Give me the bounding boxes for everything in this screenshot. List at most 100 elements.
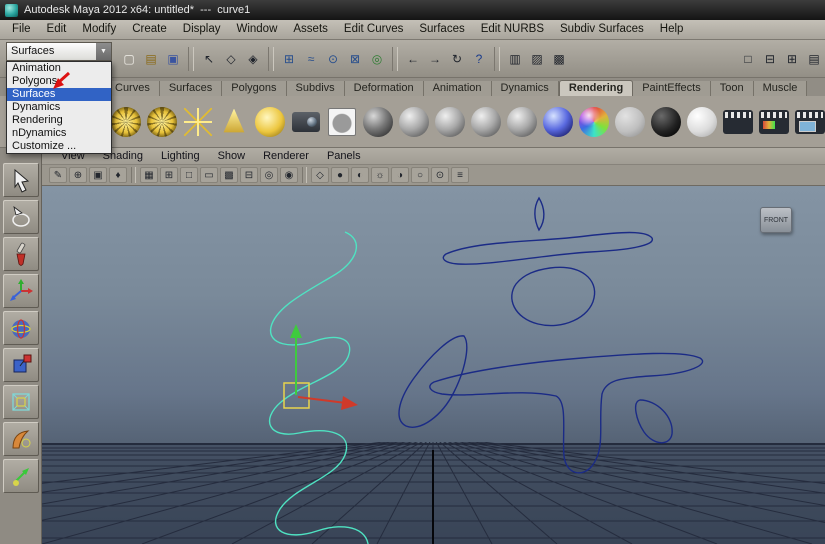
output-connections-button[interactable]: → bbox=[425, 49, 445, 69]
field-chart-button[interactable]: ⊟ bbox=[240, 167, 258, 183]
ipr-render-button[interactable]: ▨ bbox=[527, 49, 547, 69]
nurbs-curve-character[interactable] bbox=[399, 198, 703, 473]
select-by-component-button[interactable]: ◈ bbox=[243, 49, 263, 69]
move-manipulator[interactable] bbox=[284, 324, 358, 410]
shelf-tab-muscle[interactable]: Muscle bbox=[754, 81, 808, 96]
manipulator-x-arrowhead[interactable] bbox=[341, 396, 358, 410]
menu-edit-nurbs[interactable]: Edit NURBS bbox=[473, 20, 552, 39]
shelf-item-phong[interactable] bbox=[468, 102, 504, 142]
shadows-button[interactable]: ◑ bbox=[391, 167, 409, 183]
menu-create[interactable]: Create bbox=[124, 20, 175, 39]
universal-manipulator-button[interactable] bbox=[3, 385, 39, 419]
scale-tool-button[interactable] bbox=[3, 348, 39, 382]
menu-subdiv-surfaces[interactable]: Subdiv Surfaces bbox=[552, 20, 652, 39]
shelf-item-phong-e[interactable] bbox=[504, 102, 540, 142]
snap-to-curve-button[interactable]: ≈ bbox=[301, 49, 321, 69]
shelf-tab-surfaces[interactable]: Surfaces bbox=[160, 81, 222, 96]
use-all-lights-button[interactable]: ☼ bbox=[371, 167, 389, 183]
snap-to-plane-button[interactable]: ⊠ bbox=[345, 49, 365, 69]
layout-persp-outliner-button[interactable]: ▤ bbox=[804, 49, 824, 69]
make-live-button[interactable]: ◎ bbox=[367, 49, 387, 69]
render-current-frame-button[interactable]: ▥ bbox=[505, 49, 525, 69]
panel-menu-show[interactable]: Show bbox=[209, 150, 255, 162]
shelf-tab-toon[interactable]: Toon bbox=[711, 81, 754, 96]
curve-top-stroke[interactable] bbox=[443, 233, 652, 265]
menu-set-option-ndynamics[interactable]: nDynamics bbox=[7, 127, 111, 140]
safe-action-button[interactable]: ◎ bbox=[260, 167, 278, 183]
shelf-item-directional-light[interactable] bbox=[144, 102, 180, 142]
shelf-tab-dynamics[interactable]: Dynamics bbox=[492, 81, 559, 96]
gate-mask-button[interactable]: ▩ bbox=[220, 167, 238, 183]
select-camera-button[interactable]: ⊕ bbox=[69, 167, 87, 183]
menu-set-option-dynamics[interactable]: Dynamics bbox=[7, 101, 111, 114]
move-tool-button[interactable] bbox=[3, 274, 39, 308]
shelf-item-use-background[interactable] bbox=[648, 102, 684, 142]
shelf-item-env-ball[interactable] bbox=[324, 102, 360, 142]
camera-bookmarks-button[interactable]: ♦ bbox=[109, 167, 127, 183]
panel-menu-renderer[interactable]: Renderer bbox=[254, 150, 318, 162]
new-scene-button[interactable]: ▢ bbox=[119, 49, 139, 69]
shelf-item-ocean-shader[interactable] bbox=[540, 102, 576, 142]
menu-edit[interactable]: Edit bbox=[39, 20, 75, 39]
shelf-item-point-light[interactable] bbox=[180, 102, 216, 142]
input-connections-button[interactable]: ← bbox=[403, 49, 423, 69]
curve-top-tick[interactable] bbox=[535, 198, 544, 230]
shelf-item-anisotropic[interactable] bbox=[360, 102, 396, 142]
shelf-tab-curves[interactable]: Curves bbox=[106, 81, 160, 96]
layout-two-pane-button[interactable]: ⊟ bbox=[760, 49, 780, 69]
select-by-hierarchy-button[interactable]: ↖ bbox=[199, 49, 219, 69]
manipulator-x-axis[interactable] bbox=[298, 397, 346, 403]
render-settings-button[interactable]: ▩ bbox=[549, 49, 569, 69]
menu-set-option-rendering[interactable]: Rendering bbox=[7, 114, 111, 127]
layout-single-pane-button[interactable]: □ bbox=[738, 49, 758, 69]
menu-set-option-animation[interactable]: Animation bbox=[7, 62, 111, 75]
camera-attributes-button[interactable]: ▣ bbox=[89, 167, 107, 183]
shelf-item-ramp-shader[interactable] bbox=[576, 102, 612, 142]
shelf-tab-painteffects[interactable]: PaintEffects bbox=[633, 81, 711, 96]
image-plane-button[interactable]: ▦ bbox=[140, 167, 158, 183]
menu-set-combo[interactable]: Surfaces ▼ bbox=[6, 42, 112, 61]
multilister-button[interactable]: ≡ bbox=[451, 167, 469, 183]
shelf-tab-polygons[interactable]: Polygons bbox=[222, 81, 286, 96]
help-line-button[interactable]: ? bbox=[469, 49, 489, 69]
grease-pencil-button[interactable]: ✎ bbox=[49, 167, 67, 183]
shelf-item-ambient-light[interactable] bbox=[108, 102, 144, 142]
select-by-object-button[interactable]: ◇ bbox=[221, 49, 241, 69]
menu-edit-curves[interactable]: Edit Curves bbox=[336, 20, 411, 39]
textured-mode-button[interactable]: ◐ bbox=[351, 167, 369, 183]
isolate-select-button[interactable]: ⊙ bbox=[431, 167, 449, 183]
menu-file[interactable]: File bbox=[4, 20, 39, 39]
curve-mouth-oval[interactable] bbox=[512, 267, 595, 325]
shelf-item-render-view[interactable] bbox=[792, 102, 825, 142]
shelf-tab-deformation[interactable]: Deformation bbox=[345, 81, 424, 96]
menu-surfaces[interactable]: Surfaces bbox=[411, 20, 472, 39]
shelf-item-blinn[interactable] bbox=[396, 102, 432, 142]
menu-help[interactable]: Help bbox=[652, 20, 692, 39]
viewport[interactable]: FRONT bbox=[42, 186, 825, 544]
show-manipulator-tool-button[interactable] bbox=[3, 459, 39, 493]
shelf-item-volume-light[interactable] bbox=[252, 102, 288, 142]
snap-to-point-button[interactable]: ⊙ bbox=[323, 49, 343, 69]
rotate-tool-button[interactable] bbox=[3, 311, 39, 345]
menu-set-option-customize[interactable]: Customize ... bbox=[7, 140, 111, 153]
construction-history-button[interactable]: ↻ bbox=[447, 49, 467, 69]
shelf-item-render-settings[interactable] bbox=[720, 102, 756, 142]
shelf-item-render-slate[interactable] bbox=[756, 102, 792, 142]
menu-modify[interactable]: Modify bbox=[74, 20, 124, 39]
curve-right-dot[interactable] bbox=[636, 400, 673, 443]
curve-left-teardrop[interactable] bbox=[399, 336, 467, 427]
smooth-shade-button[interactable]: ● bbox=[331, 167, 349, 183]
menu-assets[interactable]: Assets bbox=[285, 20, 336, 39]
shelf-tab-rendering[interactable]: Rendering bbox=[559, 80, 633, 96]
menu-display[interactable]: Display bbox=[175, 20, 229, 39]
xray-button[interactable]: ○ bbox=[411, 167, 429, 183]
safe-title-button[interactable]: ◉ bbox=[280, 167, 298, 183]
select-tool-button[interactable] bbox=[3, 163, 39, 197]
snap-to-grid-button[interactable]: ⊞ bbox=[279, 49, 299, 69]
menu-window[interactable]: Window bbox=[228, 20, 285, 39]
soft-modification-tool-button[interactable] bbox=[3, 422, 39, 456]
shelf-item-lambert[interactable] bbox=[432, 102, 468, 142]
shelf-item-spot-light[interactable] bbox=[216, 102, 252, 142]
film-gate-button[interactable]: □ bbox=[180, 167, 198, 183]
panel-menu-lighting[interactable]: Lighting bbox=[152, 150, 209, 162]
